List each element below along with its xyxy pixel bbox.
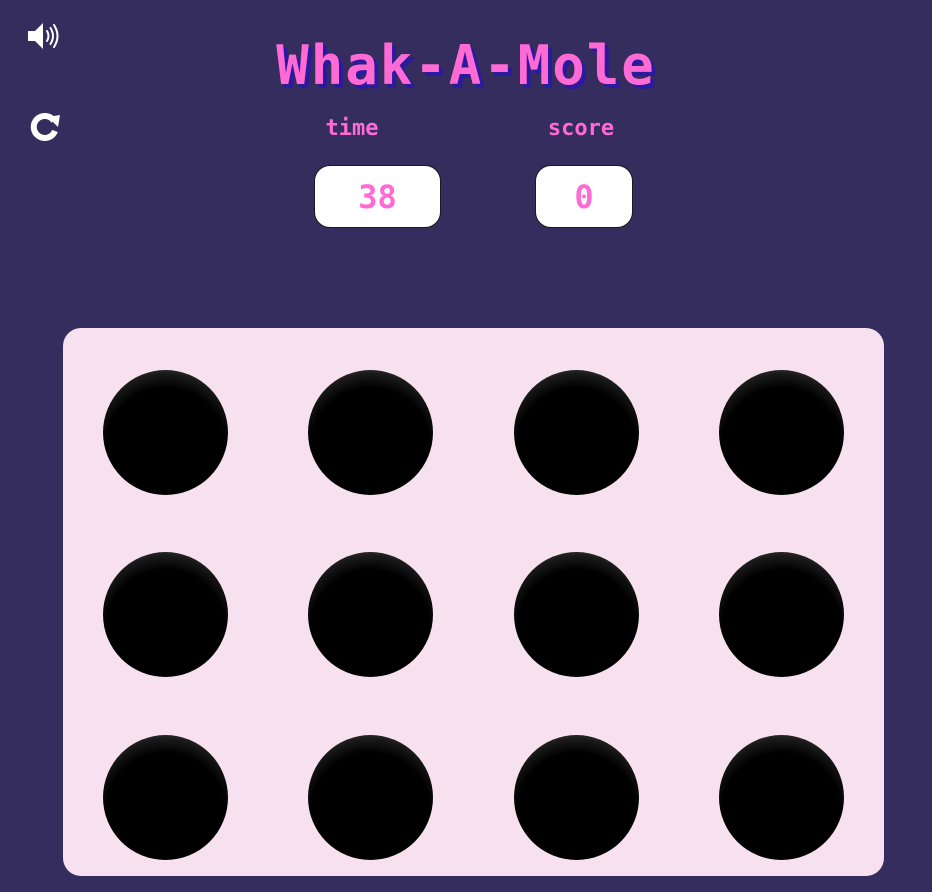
score-display: 0 [535, 165, 633, 228]
restart-icon [30, 112, 60, 141]
restart-button[interactable] [26, 109, 62, 145]
mole-hole-2[interactable] [308, 370, 433, 495]
time-display: 38 [314, 165, 441, 228]
mole-hole-1[interactable] [103, 370, 228, 495]
time-label: time [325, 116, 379, 141]
mole-hole-8[interactable] [719, 552, 844, 677]
mole-hole-3[interactable] [514, 370, 639, 495]
mole-hole-9[interactable] [103, 735, 228, 860]
mole-hole-11[interactable] [514, 735, 639, 860]
mole-hole-10[interactable] [308, 735, 433, 860]
mole-hole-4[interactable] [719, 370, 844, 495]
score-label: score [547, 116, 615, 141]
game-board [63, 328, 884, 876]
mole-hole-7[interactable] [514, 552, 639, 677]
mole-hole-5[interactable] [103, 552, 228, 677]
mole-hole-6[interactable] [308, 552, 433, 677]
mole-hole-12[interactable] [719, 735, 844, 860]
game-title: Whak-A-Mole [276, 34, 656, 97]
